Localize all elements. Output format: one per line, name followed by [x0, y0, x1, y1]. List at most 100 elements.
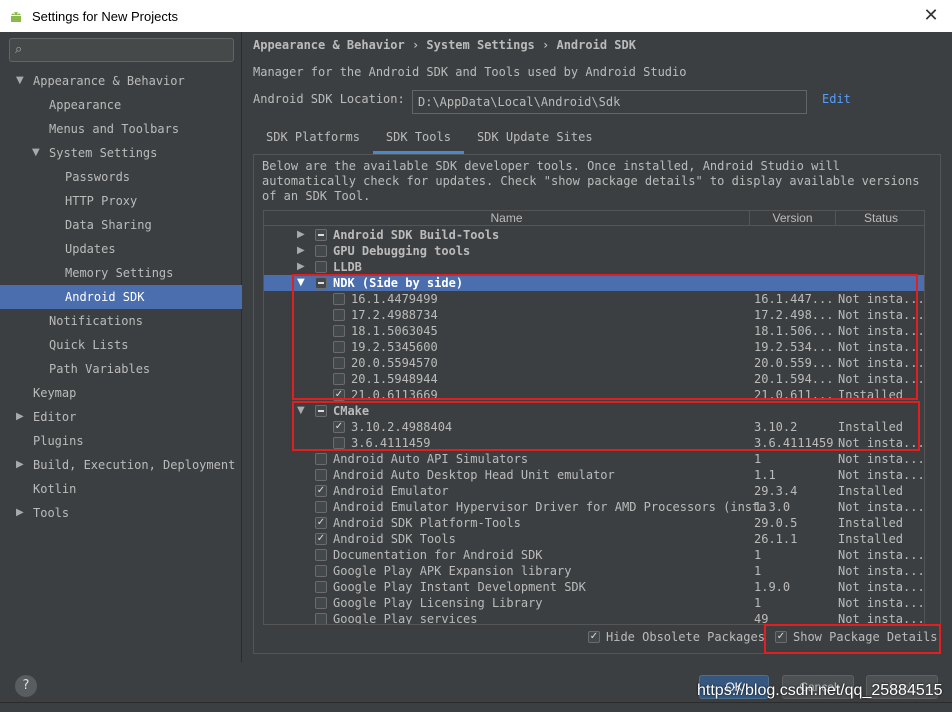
table-row[interactable]: 17.2.4988734 17.2.498... Not insta... [264, 307, 924, 323]
table-row[interactable]: 18.1.5063045 18.1.506... Not insta... [264, 323, 924, 339]
package-status: Not insta... [838, 292, 924, 306]
settings-search-input[interactable]: ⌕ [9, 38, 234, 62]
table-row[interactable]: ▼ CMake [264, 403, 924, 419]
table-row[interactable]: 3.6.4111459 3.6.4111459 Not insta... [264, 435, 924, 451]
table-row[interactable]: ▶ Android SDK Build-Tools [264, 227, 924, 243]
tab-sdk-update-sites[interactable]: SDK Update Sites [464, 122, 606, 154]
package-version: 26.1.1 [754, 532, 798, 546]
sidebar-item[interactable]: ▼ Appearance & Behavior [0, 69, 242, 93]
sidebar-item[interactable]: Updates [0, 237, 242, 261]
package-version: 17.2.498... [754, 308, 834, 322]
column-header-name[interactable]: Name [264, 211, 750, 226]
tab-sdk-tools[interactable]: SDK Tools [372, 122, 464, 154]
table-row[interactable]: ▼ NDK (Side by side) [264, 275, 924, 291]
package-checkbox[interactable] [315, 405, 327, 417]
table-row[interactable]: 20.1.5948944 20.1.594... Not insta... [264, 371, 924, 387]
column-header-status[interactable]: Status [836, 211, 924, 226]
package-name: Google Play services [333, 612, 478, 625]
sidebar-item[interactable]: Keymap [0, 381, 242, 405]
table-row[interactable]: Google Play Licensing Library 1 Not insta.… [264, 595, 924, 611]
package-checkbox[interactable] [333, 437, 345, 449]
package-checkbox[interactable] [315, 261, 327, 273]
sidebar-item[interactable]: Notifications [0, 309, 242, 333]
package-checkbox[interactable] [333, 325, 345, 337]
sidebar-item[interactable]: HTTP Proxy [0, 189, 242, 213]
sdk-tools-table[interactable]: Name Version Status ▶ Android SDK Build-T… [263, 210, 925, 625]
help-icon[interactable]: ? [15, 675, 37, 697]
table-row[interactable]: Android Auto Desktop Head Unit emulator 1… [264, 467, 924, 483]
sidebar-item[interactable]: Plugins [0, 429, 242, 453]
sidebar-item[interactable]: ▶ Tools [0, 501, 242, 525]
package-checkbox[interactable] [315, 597, 327, 609]
sidebar-item[interactable]: Path Variables [0, 357, 242, 381]
package-checkbox[interactable] [315, 565, 327, 577]
sidebar-item[interactable]: Data Sharing [0, 213, 242, 237]
table-row[interactable]: ✓ Android SDK Tools 26.1.1 Installed [264, 531, 924, 547]
table-row[interactable]: Google Play services 49 Not insta... [264, 611, 924, 625]
sidebar-item[interactable]: Android SDK [0, 285, 242, 309]
package-checkbox[interactable]: ✓ [315, 533, 327, 545]
table-row[interactable]: Android Emulator Hypervisor Driver for A… [264, 499, 924, 515]
table-row[interactable]: ✓ Android Emulator 29.3.4 Installed [264, 483, 924, 499]
sidebar-item[interactable]: Menus and Toolbars [0, 117, 242, 141]
expanded-arrow-icon[interactable]: ▼ [297, 275, 305, 291]
package-checkbox[interactable] [333, 373, 345, 385]
package-checkbox[interactable] [333, 293, 345, 305]
table-row[interactable]: Google Play Instant Development SDK 1.9.0… [264, 579, 924, 595]
expanded-arrow-icon[interactable]: ▼ [16, 69, 24, 93]
package-checkbox[interactable] [333, 357, 345, 369]
collapsed-arrow-icon[interactable]: ▶ [297, 243, 305, 259]
table-row[interactable]: ✓ Android SDK Platform-Tools 29.0.5 Install… [264, 515, 924, 531]
column-header-version[interactable]: Version [750, 211, 836, 226]
sidebar-item[interactable]: Kotlin [0, 477, 242, 501]
expanded-arrow-icon[interactable]: ▼ [32, 141, 40, 165]
table-row[interactable]: ✓ 3.10.2.4988404 3.10.2 Installed [264, 419, 924, 435]
table-row[interactable]: 19.2.5345600 19.2.534... Not insta... [264, 339, 924, 355]
sidebar-item[interactable]: ▶ Editor [0, 405, 242, 429]
package-checkbox[interactable] [315, 229, 327, 241]
table-row[interactable]: 20.0.5594570 20.0.559... Not insta... [264, 355, 924, 371]
collapsed-arrow-icon[interactable]: ▶ [297, 259, 305, 275]
sidebar-item[interactable]: ▶ Build, Execution, Deployment [0, 453, 242, 477]
package-name: 16.1.4479499 [351, 292, 438, 306]
collapsed-arrow-icon[interactable]: ▶ [297, 227, 305, 243]
package-checkbox[interactable] [315, 245, 327, 257]
breadcrumb-separator-icon: › [542, 38, 557, 52]
sidebar-item[interactable]: ▼ System Settings [0, 141, 242, 165]
package-checkbox[interactable] [315, 277, 327, 289]
collapsed-arrow-icon[interactable]: ▶ [16, 453, 24, 477]
expanded-arrow-icon[interactable]: ▼ [297, 403, 305, 419]
package-checkbox[interactable] [315, 501, 327, 513]
package-checkbox[interactable] [315, 549, 327, 561]
close-icon[interactable]: ✕ [920, 5, 942, 27]
table-row[interactable]: 16.1.4479499 16.1.447... Not insta... [264, 291, 924, 307]
hide-obsolete-checkbox[interactable]: ✓ [588, 631, 600, 643]
package-checkbox[interactable] [333, 309, 345, 321]
edit-location-link[interactable]: Edit [822, 92, 851, 106]
table-row[interactable]: Google Play APK Expansion library 1 Not in… [264, 563, 924, 579]
package-name: Android SDK Tools [333, 532, 456, 546]
sidebar-item[interactable]: Passwords [0, 165, 242, 189]
package-checkbox[interactable] [333, 341, 345, 353]
table-row[interactable]: Documentation for Android SDK 1 Not insta.… [264, 547, 924, 563]
package-checkbox[interactable] [315, 581, 327, 593]
collapsed-arrow-icon[interactable]: ▶ [16, 501, 24, 525]
sdk-location-field[interactable]: D:\AppData\Local\Android\Sdk [412, 90, 807, 114]
package-checkbox[interactable] [315, 469, 327, 481]
collapsed-arrow-icon[interactable]: ▶ [16, 405, 24, 429]
package-checkbox[interactable] [315, 453, 327, 465]
sidebar-item[interactable]: Appearance [0, 93, 242, 117]
table-row[interactable]: ▶ GPU Debugging tools [264, 243, 924, 259]
package-checkbox[interactable]: ✓ [333, 389, 345, 401]
package-checkbox[interactable]: ✓ [315, 517, 327, 529]
package-checkbox[interactable]: ✓ [315, 485, 327, 497]
tab-sdk-platforms[interactable]: SDK Platforms [253, 122, 373, 154]
package-checkbox[interactable]: ✓ [333, 421, 345, 433]
table-row[interactable]: ✓ 21.0.6113669 21.0.611... Installed [264, 387, 924, 403]
sidebar-item[interactable]: Memory Settings [0, 261, 242, 285]
sidebar-item[interactable]: Quick Lists [0, 333, 242, 357]
package-checkbox[interactable] [315, 613, 327, 624]
table-row[interactable]: ▶ LLDB [264, 259, 924, 275]
table-row[interactable]: Android Auto API Simulators 1 Not insta... [264, 451, 924, 467]
show-details-checkbox[interactable]: ✓ [775, 631, 787, 643]
